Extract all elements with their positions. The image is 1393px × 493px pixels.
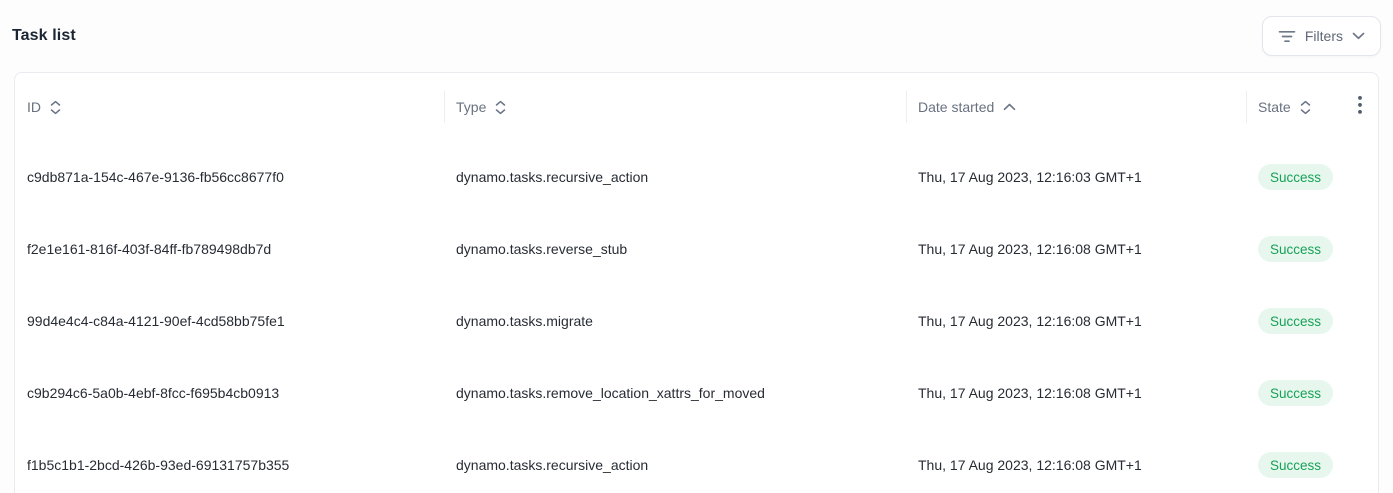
column-header-type[interactable]: Type [444,73,906,141]
task-list-page: Task list Filters ID [0,0,1393,493]
cell-type: dynamo.tasks.migrate [444,313,906,329]
cell-date-started: Thu, 17 Aug 2023, 12:16:08 GMT+1 [906,241,1246,257]
filters-button-label: Filters [1305,28,1343,44]
kebab-menu-icon [1358,96,1362,114]
cell-type: dynamo.tasks.recursive_action [444,169,906,185]
cell-state: Success [1246,164,1378,190]
status-badge: Success [1258,308,1333,334]
column-header-label: State [1258,99,1291,115]
column-header-label: Date started [918,99,994,115]
sort-icon[interactable] [495,100,506,115]
cell-state: Success [1246,236,1378,262]
cell-date-started: Thu, 17 Aug 2023, 12:16:08 GMT+1 [906,385,1246,401]
status-badge: Success [1258,380,1333,406]
cell-date-started: Thu, 17 Aug 2023, 12:16:08 GMT+1 [906,457,1246,473]
cell-type: dynamo.tasks.remove_location_xattrs_for_… [444,385,906,401]
cell-type: dynamo.tasks.recursive_action [444,457,906,473]
cell-date-started: Thu, 17 Aug 2023, 12:16:08 GMT+1 [906,313,1246,329]
status-badge: Success [1258,452,1333,478]
cell-date-started: Thu, 17 Aug 2023, 12:16:03 GMT+1 [906,169,1246,185]
cell-state: Success [1246,380,1378,406]
status-badge: Success [1258,236,1333,262]
page-title: Task list [12,27,76,45]
column-header-date-started[interactable]: Date started [906,73,1246,141]
cell-id: 99d4e4c4-c84a-4121-90ef-4cd58bb75fe1 [15,313,444,329]
sort-ascending-icon[interactable] [1003,103,1016,111]
sort-icon[interactable] [50,100,61,115]
cell-state: Success [1246,308,1378,334]
filter-lines-icon [1278,30,1296,43]
cell-id: f2e1e161-816f-403f-84ff-fb789498db7d [15,241,444,257]
cell-id: c9b294c6-5a0b-4ebf-8fcc-f695b4cb0913 [15,385,444,401]
cell-state: Success [1246,452,1378,478]
table-row[interactable]: c9db871a-154c-467e-9136-fb56cc8677f0 dyn… [15,141,1378,213]
sort-icon[interactable] [1300,100,1311,115]
column-header-id[interactable]: ID [15,73,444,141]
table-header-row: ID Type Date started [15,73,1378,141]
chevron-down-icon [1352,32,1365,40]
column-header-label: ID [27,99,41,115]
table-row[interactable]: f1b5c1b1-2bcd-426b-93ed-69131757b355 dyn… [15,429,1378,493]
table-row[interactable]: 99d4e4c4-c84a-4121-90ef-4cd58bb75fe1 dyn… [15,285,1378,357]
table-row[interactable]: c9b294c6-5a0b-4ebf-8fcc-f695b4cb0913 dyn… [15,357,1378,429]
table-body: c9db871a-154c-467e-9136-fb56cc8677f0 dyn… [15,141,1378,493]
filters-button[interactable]: Filters [1262,16,1381,56]
kebab-menu-button[interactable] [1354,92,1366,118]
cell-id: c9db871a-154c-467e-9136-fb56cc8677f0 [15,169,444,185]
page-header: Task list Filters [0,0,1393,72]
status-badge: Success [1258,164,1333,190]
cell-id: f1b5c1b1-2bcd-426b-93ed-69131757b355 [15,457,444,473]
column-header-label: Type [456,99,486,115]
cell-type: dynamo.tasks.reverse_stub [444,241,906,257]
task-table-card: ID Type Date started [14,72,1379,493]
table-row[interactable]: f2e1e161-816f-403f-84ff-fb789498db7d dyn… [15,213,1378,285]
